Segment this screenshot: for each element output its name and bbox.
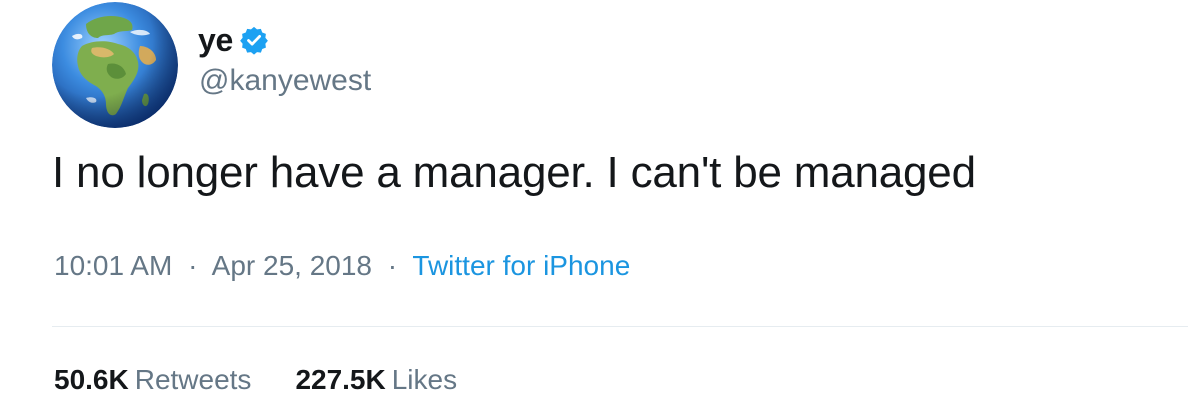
display-name[interactable]: ye xyxy=(198,22,233,59)
retweets-label: Retweets xyxy=(134,364,252,395)
meta-separator: · xyxy=(387,250,398,281)
tweet-stats: 50.6K Retweets 227.5K Likes xyxy=(54,364,501,396)
divider xyxy=(52,326,1188,327)
verified-badge-icon xyxy=(239,25,269,55)
tweet-source-link[interactable]: Twitter for iPhone xyxy=(412,250,630,281)
tweet-time[interactable]: 10:01 AM xyxy=(54,250,172,281)
tweet-meta: 10:01 AM · Apr 25, 2018 · Twitter for iP… xyxy=(54,250,630,282)
user-name-row[interactable]: ye xyxy=(198,18,269,62)
tweet-card: ye @kanyewest I no longer have a manager… xyxy=(0,0,1188,401)
likes-count: 227.5K xyxy=(295,364,386,395)
retweets-count: 50.6K xyxy=(54,364,129,395)
likes-stat[interactable]: 227.5K Likes xyxy=(295,364,457,396)
retweets-stat[interactable]: 50.6K Retweets xyxy=(54,364,251,396)
user-handle[interactable]: @kanyewest xyxy=(199,64,371,98)
meta-separator: · xyxy=(188,250,198,281)
tweet-date[interactable]: Apr 25, 2018 xyxy=(212,250,372,281)
globe-africa-europe-icon xyxy=(52,2,178,128)
tweet-text: I no longer have a manager. I can't be m… xyxy=(52,148,976,197)
avatar[interactable] xyxy=(52,2,178,128)
likes-label: Likes xyxy=(391,364,458,395)
